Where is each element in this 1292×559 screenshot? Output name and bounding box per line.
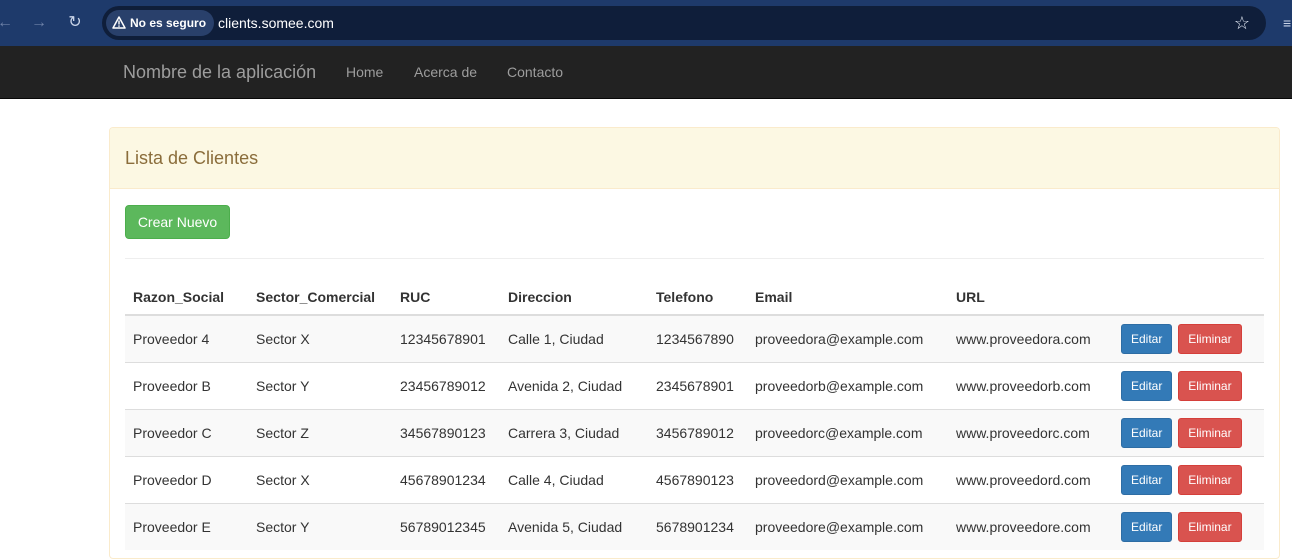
cell-ruc: 45678901234 [392,456,500,504]
table-row: Proveedor D Sector X 45678901234 Calle 4… [125,456,1264,504]
header-actions [1113,279,1264,316]
cell-ruc: 34567890123 [392,409,500,457]
edit-button[interactable]: Editar [1121,324,1173,354]
cell-url: www.proveedore.com [948,503,1113,550]
cell-email: proveedore@example.com [747,503,948,550]
cell-direccion: Avenida 5, Ciudad [500,503,648,550]
nav-link-home[interactable]: Home [346,46,383,98]
cell-url: www.proveedorb.com [948,362,1113,410]
cell-razon-social: Proveedor 4 [125,314,248,363]
edit-button[interactable]: Editar [1121,512,1173,542]
table-row: Proveedor B Sector Y 23456789012 Avenida… [125,362,1264,410]
cell-url: www.proveedora.com [948,314,1113,363]
cell-telefono: 2345678901 [648,362,747,410]
cell-actions: Editar Eliminar [1113,314,1264,363]
clients-table: Razon_Social Sector_Comercial RUC Direcc… [125,279,1264,550]
cell-razon-social: Proveedor B [125,362,248,410]
security-label: No es seguro [130,16,207,30]
cell-email: proveedord@example.com [747,456,948,504]
create-new-button[interactable]: Crear Nuevo [125,205,230,239]
cell-ruc: 12345678901 [392,314,500,363]
edit-button[interactable]: Editar [1121,418,1173,448]
cell-razon-social: Proveedor D [125,456,248,504]
header-email: Email [747,279,948,316]
cell-sector-comercial: Sector Y [248,362,392,410]
cell-email: proveedorc@example.com [747,409,948,457]
delete-button[interactable]: Eliminar [1178,371,1242,401]
cell-direccion: Calle 4, Ciudad [500,456,648,504]
cell-url: www.proveedord.com [948,456,1113,504]
header-url: URL [948,279,1113,316]
table-header-row: Razon_Social Sector_Comercial RUC Direcc… [125,279,1264,316]
nav-link-contact[interactable]: Contacto [507,46,563,98]
cell-actions: Editar Eliminar [1113,503,1264,550]
back-arrow-icon[interactable]: ← [0,12,16,34]
cell-email: proveedora@example.com [747,314,948,363]
delete-button[interactable]: Eliminar [1178,512,1242,542]
header-razon-social: Razon_Social [125,279,248,316]
cell-sector-comercial: Sector X [248,456,392,504]
cell-direccion: Avenida 2, Ciudad [500,362,648,410]
url-text[interactable]: clients.somee.com [218,6,334,40]
header-direccion: Direccion [500,279,648,316]
cell-sector-comercial: Sector Z [248,409,392,457]
cell-actions: Editar Eliminar [1113,456,1264,504]
cell-razon-social: Proveedor C [125,409,248,457]
security-indicator[interactable]: No es seguro [106,10,215,36]
delete-button[interactable]: Eliminar [1178,465,1242,495]
delete-button[interactable]: Eliminar [1178,324,1242,354]
table-row: Proveedor E Sector Y 56789012345 Avenida… [125,503,1264,550]
warning-icon [112,16,126,29]
browser-toolbar: ← → ↻ No es seguro clients.somee.com ☆ ≡ [0,0,1292,46]
edit-button[interactable]: Editar [1121,371,1173,401]
nav-link-about[interactable]: Acerca de [414,46,477,98]
menu-icon[interactable]: ≡ [1283,13,1292,33]
cell-razon-social: Proveedor E [125,503,248,550]
app-navbar: Nombre de la aplicación Home Acerca de C… [0,46,1292,99]
cell-direccion: Carrera 3, Ciudad [500,409,648,457]
panel-heading: Lista de Clientes [110,128,1279,189]
navbar-brand[interactable]: Nombre de la aplicación [123,46,316,98]
table-row: Proveedor 4 Sector X 12345678901 Calle 1… [125,314,1264,363]
cell-sector-comercial: Sector X [248,314,392,363]
cell-ruc: 56789012345 [392,503,500,550]
cell-telefono: 3456789012 [648,409,747,457]
cell-telefono: 5678901234 [648,503,747,550]
header-sector-comercial: Sector_Comercial [248,279,392,316]
edit-button[interactable]: Editar [1121,465,1173,495]
forward-arrow-icon[interactable]: → [28,12,50,34]
clients-panel: Lista de Clientes Crear Nuevo Razon_Soci… [109,127,1280,559]
table-row: Proveedor C Sector Z 34567890123 Carrera… [125,409,1264,457]
address-bar[interactable]: No es seguro clients.somee.com ☆ [102,6,1266,40]
cell-email: proveedorb@example.com [747,362,948,410]
panel-title: Lista de Clientes [125,148,259,168]
cell-url: www.proveedorc.com [948,409,1113,457]
divider [125,258,1264,259]
star-icon[interactable]: ☆ [1234,11,1250,35]
reload-icon[interactable]: ↻ [64,12,86,34]
cell-telefono: 1234567890 [648,314,747,363]
cell-actions: Editar Eliminar [1113,362,1264,410]
delete-button[interactable]: Eliminar [1178,418,1242,448]
header-telefono: Telefono [648,279,747,316]
cell-ruc: 23456789012 [392,362,500,410]
cell-sector-comercial: Sector Y [248,503,392,550]
header-ruc: RUC [392,279,500,316]
cell-telefono: 4567890123 [648,456,747,504]
cell-direccion: Calle 1, Ciudad [500,314,648,363]
cell-actions: Editar Eliminar [1113,409,1264,457]
